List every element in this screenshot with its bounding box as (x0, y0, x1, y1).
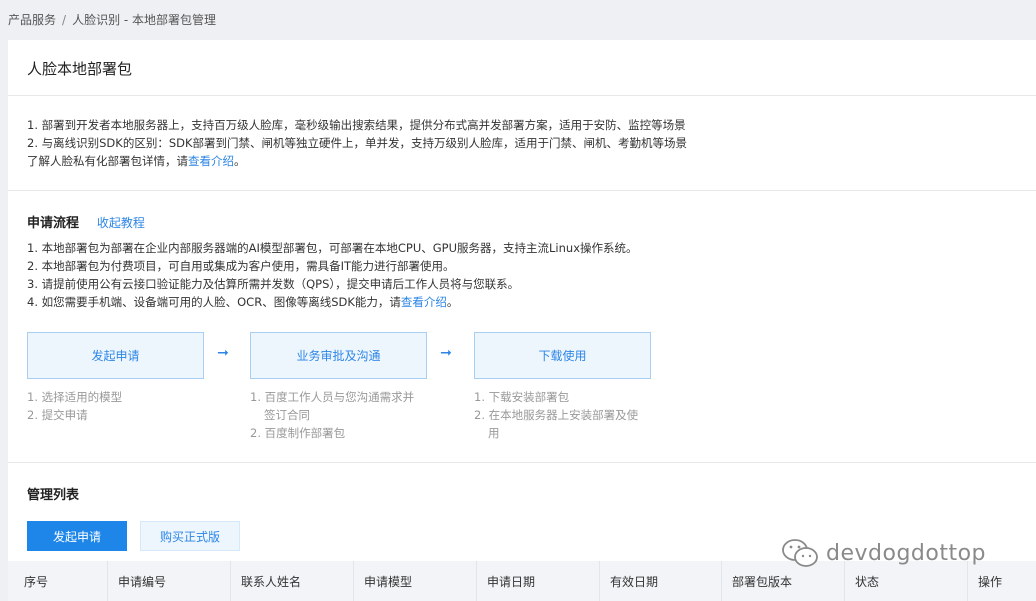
management-title: 管理列表 (27, 488, 80, 503)
watermark: devdogdottop (780, 537, 986, 569)
flow-item: 3. 请提前使用公有云接口验证能力及估算所需并发数（QPS），提交申请后工作人员… (27, 277, 520, 291)
main-panel: 人脸本地部署包 1. 部署到开发者本地服务器上，支持百万级人脸库，毫秒级输出搜索… (8, 40, 1036, 601)
intro-line-2: 2. 与离线识别SDK的区别：SDK部署到门禁、闸机等独立硬件上，单并发，支持万… (27, 136, 688, 150)
breadcrumb-root[interactable]: 产品服务 (8, 13, 56, 27)
flow-title: 申请流程 (27, 216, 80, 231)
step-download: 下载使用 (474, 332, 651, 379)
step-download-notes: 1. 下载安装部署包 2. 在本地服务器上安装部署及使 用 (474, 390, 639, 440)
step-apply-notes: 1. 选择适用的模型 2. 提交申请 (27, 390, 123, 422)
arrow-right-icon: ➞ (440, 345, 452, 361)
watermark-text: devdogdottop (826, 540, 987, 566)
intro-text: 1. 部署到开发者本地服务器上，支持百万级人脸库，毫秒级输出搜索结果，提供分布式… (27, 116, 687, 170)
arrow-right-icon: ➞ (217, 345, 229, 361)
flow-item: 1. 本地部署包为部署在企业内部服务器端的AI模型部署包，可部署在本地CPU、G… (27, 241, 638, 255)
page-title: 人脸本地部署包 (27, 60, 133, 78)
sdk-detail-link[interactable]: 查看介绍 (401, 295, 447, 309)
flow-item: 4. 如您需要手机端、设备端可用的人脸、OCR、图像等离线SDK能力，请查看介绍… (27, 295, 459, 309)
column-header[interactable]: 申请编号 (108, 561, 231, 601)
breadcrumb-current: 人脸识别 - 本地部署包管理 (72, 13, 217, 27)
divider (8, 190, 1036, 191)
flow-item: 2. 本地部署包为付费项目，可自用或集成为客户使用，需具备IT能力进行部署使用。 (27, 259, 455, 273)
column-header[interactable]: 联系人姓名 (231, 561, 354, 601)
buy-official-button[interactable]: 购买正式版 (140, 521, 240, 551)
intro-line-3: 了解人脸私有化部署包详情，请查看介绍。 (27, 154, 246, 168)
breadcrumb: 产品服务 / 人脸识别 - 本地部署包管理 (8, 11, 216, 28)
step-review-notes: 1. 百度工作人员与您沟通需求并 签订合同 2. 百度制作部署包 (250, 390, 415, 440)
step-apply: 发起申请 (27, 332, 204, 379)
wechat-icon (782, 539, 818, 567)
column-header[interactable]: 申请日期 (477, 561, 600, 601)
flow-instructions: 1. 本地部署包为部署在企业内部服务器端的AI模型部署包，可部署在本地CPU、G… (27, 239, 638, 311)
column-header[interactable]: 序号 (8, 561, 108, 601)
column-header[interactable]: 有效日期 (600, 561, 722, 601)
divider (8, 95, 1036, 96)
step-review: 业务审批及沟通 (250, 332, 427, 379)
intro-detail-link[interactable]: 查看介绍 (188, 154, 234, 168)
collapse-tutorial-link[interactable]: 收起教程 (97, 216, 145, 230)
column-header[interactable]: 申请模型 (354, 561, 477, 601)
flow-header: 申请流程 收起教程 (27, 212, 145, 231)
intro-line-1: 1. 部署到开发者本地服务器上，支持百万级人脸库，毫秒级输出搜索结果，提供分布式… (27, 118, 686, 132)
apply-button[interactable]: 发起申请 (27, 521, 127, 551)
divider (8, 462, 1036, 463)
breadcrumb-separator: / (62, 13, 67, 27)
